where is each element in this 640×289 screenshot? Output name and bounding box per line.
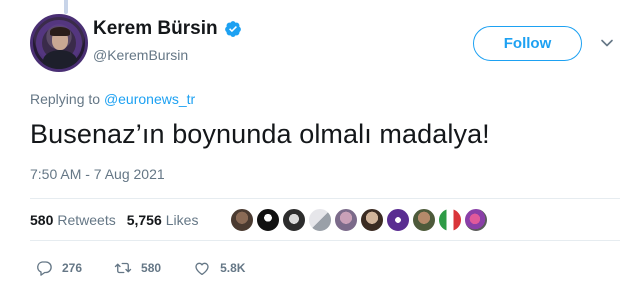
liker-avatar[interactable] xyxy=(256,208,280,232)
avatar[interactable] xyxy=(30,14,88,72)
retweet-button[interactable]: 580 xyxy=(114,259,161,277)
display-name-row[interactable]: Kerem Bürsin xyxy=(93,18,242,40)
liker-avatar[interactable] xyxy=(438,208,462,232)
liker-avatars xyxy=(230,208,490,232)
engagement-stats: 580 Retweets 5,756 Likes xyxy=(30,203,209,237)
tweet-header: Kerem Bürsin @KeremBursin Follow xyxy=(30,14,620,74)
reply-count: 276 xyxy=(62,261,83,275)
likes-count: 5,756 xyxy=(126,212,162,228)
like-button[interactable]: 5.8K xyxy=(193,259,245,277)
tweet-actions: 276 580 5.8K xyxy=(35,259,277,277)
liker-avatar[interactable] xyxy=(230,208,254,232)
liker-avatar[interactable] xyxy=(412,208,436,232)
retweet-icon xyxy=(114,262,132,274)
divider-bottom xyxy=(30,240,620,241)
liker-avatar[interactable] xyxy=(464,208,488,232)
tweet-text: Busenaz’ın boynunda olmalı madalya! xyxy=(30,119,490,149)
retweets-label: Retweets xyxy=(57,212,116,228)
liker-avatar[interactable] xyxy=(334,208,358,232)
retweets-stat[interactable]: 580 Retweets xyxy=(30,212,116,228)
reply-mention-link[interactable]: @euronews_tr xyxy=(104,91,195,107)
heart-icon xyxy=(195,262,209,276)
verified-badge-icon xyxy=(224,21,241,37)
avatar-body xyxy=(43,50,77,69)
top-edge-fragment xyxy=(64,0,68,14)
follow-button[interactable]: Follow xyxy=(473,26,582,61)
liker-avatar[interactable] xyxy=(308,208,332,232)
user-handle[interactable]: @KeremBursin xyxy=(93,47,242,63)
liker-avatar[interactable] xyxy=(360,208,384,232)
likes-stat[interactable]: 5,756 Likes xyxy=(127,212,199,228)
reply-context-prefix: Replying to xyxy=(30,91,101,107)
divider-top xyxy=(30,198,620,199)
likes-label: Likes xyxy=(165,212,199,228)
reply-icon xyxy=(37,261,52,276)
retweets-count: 580 xyxy=(30,212,54,228)
tweet-timestamp[interactable]: 7:50 AM - 7 Aug 2021 xyxy=(30,166,165,182)
reply-context: Replying to @euronews_tr xyxy=(30,91,195,107)
like-count: 5.8K xyxy=(220,261,246,275)
display-name[interactable]: Kerem Bürsin xyxy=(93,18,218,40)
avatar-hair xyxy=(50,27,70,36)
retweet-count: 580 xyxy=(141,261,162,275)
liker-avatar[interactable] xyxy=(386,208,410,232)
user-names: Kerem Bürsin @KeremBursin xyxy=(93,18,242,63)
liker-avatar[interactable] xyxy=(282,208,306,232)
reply-button[interactable]: 276 xyxy=(35,259,82,277)
chevron-down-icon[interactable] xyxy=(600,36,614,50)
